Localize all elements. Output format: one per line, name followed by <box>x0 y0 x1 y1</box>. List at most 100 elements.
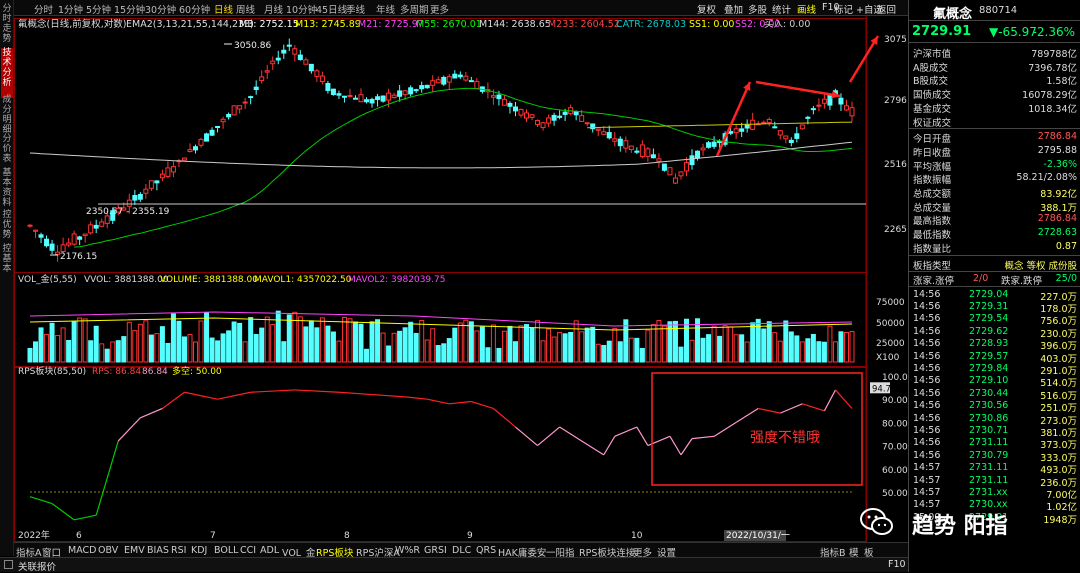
tick-row: 14:56 2728.93 396.0万 <box>909 338 1080 352</box>
indicator-tab-9[interactable]: CCI <box>240 545 256 556</box>
toolbar-btn-4[interactable]: 画线 <box>797 2 816 16</box>
volume-bar <box>264 316 270 363</box>
indicator-tab-3[interactable]: OBV <box>98 545 118 556</box>
tick-row: 14:56 2731.11 373.0万 <box>909 437 1080 451</box>
candle-body <box>750 119 756 130</box>
toolbar-btn-6[interactable]: 标记 <box>834 2 853 16</box>
indicator-tab-4[interactable]: EMV <box>124 545 145 556</box>
left-tab-1[interactable]: 技术分析 <box>1 48 13 98</box>
volume-bar <box>441 343 447 363</box>
period-8[interactable]: 月线 <box>264 2 283 16</box>
period-6[interactable]: 日线 <box>214 2 233 16</box>
volume-bar <box>518 325 524 363</box>
candle-body <box>187 149 193 152</box>
status-key[interactable]: F10 <box>888 559 906 570</box>
toolbar-btn-2[interactable]: 多股 <box>748 2 767 16</box>
period-10[interactable]: 45日线 <box>316 2 347 16</box>
candle-body <box>733 128 739 134</box>
volume-bar <box>507 325 513 363</box>
indicator-tab-5[interactable]: BIAS <box>147 545 169 556</box>
volume-bar <box>838 331 844 363</box>
indicator-tab-10[interactable]: ADL <box>260 545 279 556</box>
period-0[interactable]: 分时 <box>34 2 53 16</box>
indicator-tab-2[interactable]: MACD <box>68 545 96 556</box>
rps-tick: 80.00 <box>882 419 908 429</box>
volume-bar <box>408 321 414 363</box>
volume-bar <box>446 338 452 363</box>
period-4[interactable]: 30分钟 <box>145 2 176 16</box>
volume-bar <box>728 326 734 363</box>
volume-bar <box>479 326 485 363</box>
volume-bar <box>843 331 849 363</box>
low-label: 2176.15 <box>60 252 97 262</box>
period-12[interactable]: 年线 <box>376 2 395 16</box>
board-type-value[interactable]: 概念 等权 成份股 <box>1004 258 1077 272</box>
left-tab-3[interactable]: 分价表 <box>1 134 13 166</box>
tick-price: 2730.86 <box>969 412 1009 424</box>
index-code: 880714 <box>979 5 1018 16</box>
period-3[interactable]: 15分钟 <box>114 2 145 16</box>
left-tab-0[interactable]: 分时走势 <box>1 4 13 48</box>
volume-bar <box>634 337 640 363</box>
candle-body <box>766 118 772 124</box>
status-bar: 关联报价 F10 <box>0 557 908 573</box>
period-14[interactable]: 更多 <box>430 2 449 16</box>
candle-body <box>827 94 833 106</box>
left-tab-4[interactable]: 基本资料 <box>1 168 13 212</box>
volume-bar <box>788 331 794 363</box>
period-11[interactable]: 季线 <box>346 2 365 16</box>
left-tab-6[interactable]: 控基本 <box>1 244 13 274</box>
indicator-tab-14[interactable]: W%R <box>395 545 420 556</box>
left-tab-2[interactable]: 成分明细 <box>1 95 13 137</box>
price-tick: 2516 <box>884 160 907 170</box>
volume-bar <box>110 341 116 363</box>
toolbar-btn-8[interactable]: 返回 <box>877 2 896 16</box>
candle-body <box>220 118 226 123</box>
candle-body <box>678 171 684 177</box>
indicator-tab-15[interactable]: GRSI <box>424 545 447 556</box>
candle-body <box>761 121 767 124</box>
stat-row: 权证成交 <box>909 114 1080 129</box>
vol-ma1: MAVOL1: 4357022.50 <box>254 275 352 285</box>
candle-body <box>617 138 623 147</box>
chart-area[interactable]: 氟概念(日线,前复权,对数) EMA2(3,13,21,55,144,233)M3… <box>14 16 908 542</box>
period-7[interactable]: 周线 <box>236 2 255 16</box>
candle-body <box>33 229 39 232</box>
stat-row: 基金成交 1018.34亿 <box>909 100 1080 115</box>
vol-tick: X100 <box>876 353 900 363</box>
period-13[interactable]: 多周期 <box>400 2 429 16</box>
candle-body <box>838 97 844 105</box>
support-label: 2350.57 - 2355.19 <box>86 207 170 217</box>
volume-bar <box>849 331 855 363</box>
volume-bar <box>683 318 689 363</box>
down-label: 跌家.跌停 <box>1001 275 1043 287</box>
indicator-tab-7[interactable]: KDJ <box>191 545 207 556</box>
period-9[interactable]: 10分钟 <box>286 2 317 16</box>
volume-bar <box>617 341 623 363</box>
volume-bar <box>832 341 838 363</box>
candle-body <box>507 102 513 107</box>
candle-body <box>193 146 199 151</box>
candle-body <box>308 63 314 72</box>
volume-bar <box>468 321 474 363</box>
toolbar-btn-1[interactable]: 叠加 <box>724 2 743 16</box>
status-label[interactable]: 关联报价 <box>18 559 56 573</box>
vol-volume: VOLUME: 3881388.00 <box>160 275 258 285</box>
date-tick: 2022年 <box>18 529 50 541</box>
volume-bar <box>77 317 83 363</box>
period-2[interactable]: 5分钟 <box>86 2 111 16</box>
indicator-tab-8[interactable]: BOLL <box>214 545 238 556</box>
period-1[interactable]: 1分钟 <box>58 2 83 16</box>
toolbar-btn-0[interactable]: 复权 <box>697 2 716 16</box>
left-tab-5[interactable]: 控优势 <box>1 210 13 240</box>
indicator-tab-6[interactable]: RSI <box>171 545 186 556</box>
tick-price: 2730.56 <box>969 400 1009 412</box>
volume-bar <box>358 323 364 363</box>
period-5[interactable]: 60分钟 <box>179 2 210 16</box>
candle-body <box>496 94 502 100</box>
candle-body <box>524 112 530 119</box>
tick-time: 14:56 <box>913 412 941 424</box>
indicator-tab-17[interactable]: QRS <box>476 545 496 556</box>
indicator-tab-16[interactable]: DLC <box>452 545 471 556</box>
toolbar-btn-3[interactable]: 统计 <box>772 2 791 16</box>
